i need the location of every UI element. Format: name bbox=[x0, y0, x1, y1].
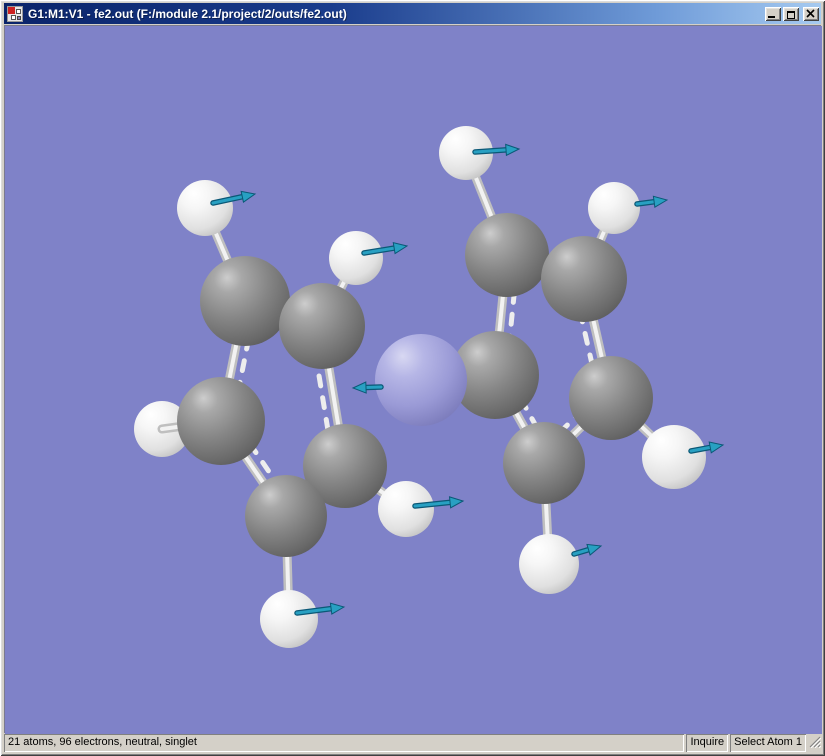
atom-H_D[interactable] bbox=[260, 590, 318, 648]
atom-C_I[interactable] bbox=[569, 356, 653, 440]
app-window: G1:M1:V1 - fe2.out (F:/module 2.1/projec… bbox=[0, 0, 825, 756]
atom-H_E[interactable] bbox=[378, 481, 434, 537]
maximize-button[interactable] bbox=[783, 6, 799, 21]
atom-Fe_1[interactable] bbox=[375, 334, 467, 426]
status-message: 21 atoms, 96 electrons, neutral, singlet bbox=[4, 734, 684, 752]
app-icon-red-block bbox=[8, 6, 15, 14]
app-icon[interactable] bbox=[7, 5, 23, 22]
atom-H_I[interactable] bbox=[642, 425, 706, 489]
title-bar[interactable]: G1:M1:V1 - fe2.out (F:/module 2.1/projec… bbox=[4, 3, 821, 24]
atom-C_D[interactable] bbox=[245, 475, 327, 557]
atom-H_B[interactable] bbox=[329, 231, 383, 285]
app-icon-atom bbox=[16, 8, 21, 14]
status-mode: Inquire bbox=[686, 734, 728, 752]
minimize-icon bbox=[767, 15, 775, 18]
atom-C_C[interactable] bbox=[177, 377, 265, 465]
atom-C_J[interactable] bbox=[503, 422, 585, 504]
molecule-viewport[interactable] bbox=[5, 26, 822, 734]
atom-C_G[interactable] bbox=[541, 236, 627, 322]
status-selection: Select Atom 1 bbox=[730, 734, 806, 752]
close-button[interactable] bbox=[803, 6, 819, 21]
maximize-icon bbox=[787, 10, 795, 19]
atom-C_A[interactable] bbox=[200, 256, 290, 346]
window-controls bbox=[763, 6, 819, 21]
window-title: G1:M1:V1 - fe2.out (F:/module 2.1/projec… bbox=[28, 6, 347, 21]
app-icon-atom bbox=[17, 15, 21, 20]
molecule-canvas[interactable] bbox=[4, 25, 822, 734]
arrow-shaft bbox=[473, 148, 508, 154]
atom-C_B[interactable] bbox=[279, 283, 365, 369]
app-icon-atom bbox=[11, 14, 16, 20]
atom-H_G[interactable] bbox=[588, 182, 640, 234]
atom-C_F[interactable] bbox=[465, 213, 549, 297]
status-bar: 21 atoms, 96 electrons, neutral, singlet… bbox=[4, 734, 822, 752]
minimize-button[interactable] bbox=[765, 6, 781, 21]
resize-grip[interactable] bbox=[808, 734, 822, 752]
atom-H_A[interactable] bbox=[177, 180, 233, 236]
atom-H_J[interactable] bbox=[519, 534, 579, 594]
arrow-shaft bbox=[364, 385, 383, 390]
close-icon bbox=[806, 8, 815, 18]
resize-grip-icon bbox=[809, 736, 822, 749]
